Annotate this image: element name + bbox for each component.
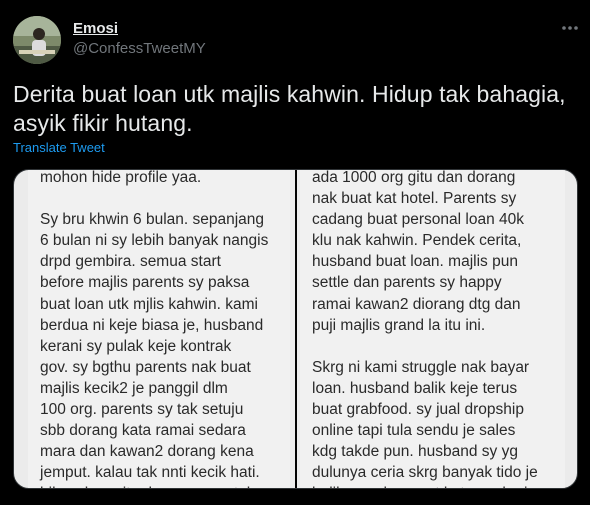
confession-text-left: mohon hide profile yaa. Sy bru khwin 6 b… <box>40 170 269 488</box>
translate-tweet-link[interactable]: Translate Tweet <box>13 140 105 156</box>
user-handle[interactable]: @ConfessTweetMY <box>73 40 206 58</box>
confession-text-right: ada 1000 org gitu dan dorang nak buat ka… <box>312 170 538 488</box>
display-name[interactable]: Emosi <box>73 20 118 38</box>
tweet-media-image[interactable]: mohon hide profile yaa. Sy bru khwin 6 b… <box>13 169 578 489</box>
media-divider <box>295 170 297 488</box>
confession-screenshot-right: ada 1000 org gitu dan dorang nak buat ka… <box>300 170 565 488</box>
confession-screenshot-left: mohon hide profile yaa. Sy bru khwin 6 b… <box>28 170 290 488</box>
tweet-text: Derita buat loan utk majlis kahwin. Hidu… <box>13 81 566 136</box>
user-avatar-photo-icon <box>13 16 61 64</box>
more-horizontal-icon[interactable] <box>556 18 584 38</box>
tweet-card: Emosi @ConfessTweetMY Derita buat loan u… <box>0 0 590 505</box>
avatar[interactable] <box>13 16 61 64</box>
